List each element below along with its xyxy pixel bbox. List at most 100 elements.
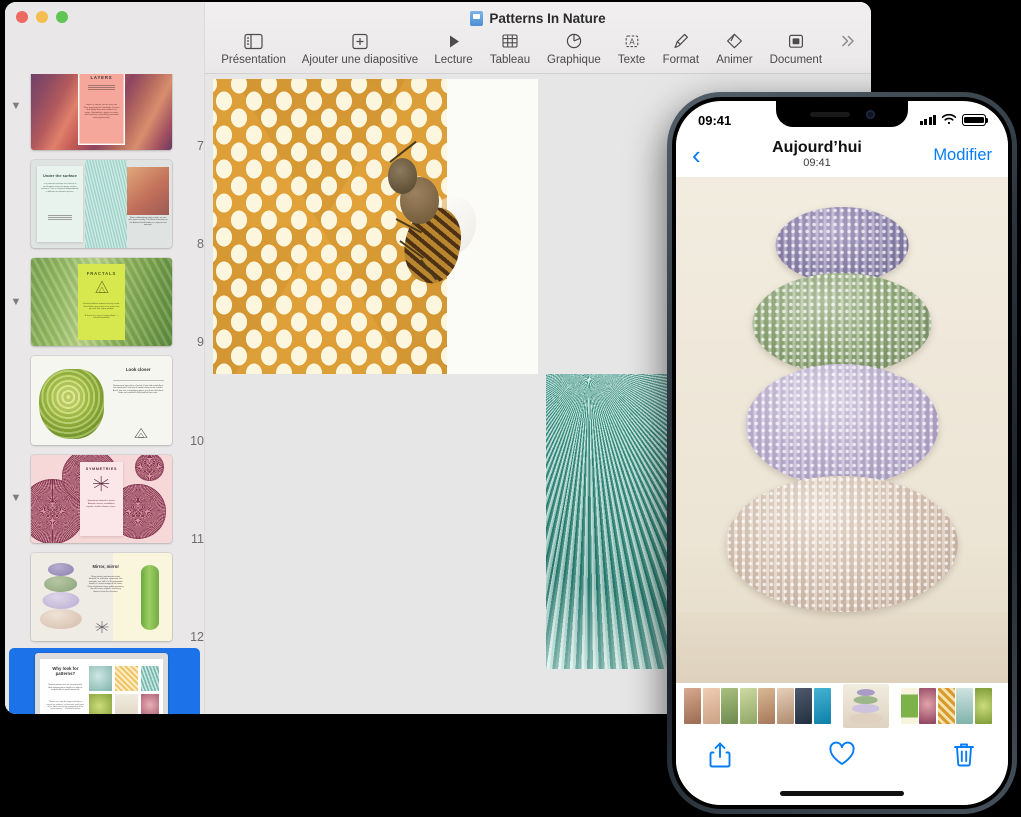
slide-row-10[interactable]: Look closer Romanesco broccoli is a frac…	[5, 351, 204, 449]
urchin-shell	[47, 563, 73, 576]
thumb-flowers[interactable]	[740, 688, 757, 724]
thumb-urchin-stack-selected[interactable]	[843, 684, 889, 728]
slide-thumbnail-wrap[interactable]: Under the surface The patterns beneath t…	[27, 155, 182, 253]
thumb-eye-2[interactable]	[703, 688, 720, 724]
slide-thumbnail-selected[interactable]: Why look for patterns? Natural patterns …	[35, 653, 168, 714]
slide-thumbnail[interactable]: Under the surface The patterns beneath t…	[31, 160, 172, 248]
navbar-title-group: Aujourd’hui 09:41	[772, 140, 862, 169]
decor-lines	[78, 85, 126, 90]
page-title: Patterns In Nature	[489, 11, 605, 26]
slide-row-13[interactable]: Why look for patterns? Natural patterns …	[9, 648, 200, 714]
edit-button[interactable]: Modifier	[933, 146, 992, 165]
triangle-fractal-icon	[78, 279, 126, 296]
slide-thumbnail[interactable]: Mirror, mirror Many plants and animals s…	[31, 553, 172, 641]
disclosure-triangle-icon[interactable]: ▼	[5, 493, 27, 504]
toolbar-label: Document	[770, 54, 822, 66]
slide-white-card: Why look for patterns? Natural patterns …	[40, 659, 162, 714]
toolbar-button-animate[interactable]: Animer	[708, 28, 762, 66]
photo-tile-honeycomb	[115, 666, 138, 692]
slide-title: FRACTALS	[78, 271, 126, 276]
slide-row-7[interactable]: ▼ LAYERS Layers in nature can be very ol…	[5, 74, 204, 155]
toolbar-button-add-slide[interactable]: Ajouter une diapositive	[294, 28, 426, 66]
toolbar-overflow-button[interactable]	[830, 28, 861, 52]
toolbar-label: Graphique	[547, 54, 601, 66]
leaf-photo	[141, 565, 159, 630]
slide-row-9[interactable]: ▼ FRACTALS Fractal patterns repeat at ev…	[5, 253, 204, 351]
toolbar-label: Texte	[618, 54, 646, 66]
toolbar-button-chart[interactable]: Graphique	[539, 28, 609, 66]
toolbar-button-text[interactable]: A Texte	[609, 28, 654, 66]
thumb-romanesco[interactable]	[975, 688, 992, 724]
thumb-honeycomb[interactable]	[938, 688, 955, 724]
thumb-diatom[interactable]	[919, 688, 936, 724]
slide-thumbnail-wrap[interactable]: LAYERS Layers in nature can be very old.…	[27, 74, 182, 155]
slide-number: 12	[182, 630, 204, 646]
thumb-couple[interactable]	[795, 688, 812, 724]
chevron-left-icon[interactable]: ‹	[692, 142, 701, 168]
slide-row-8[interactable]: Under the surface The patterns beneath t…	[5, 155, 204, 253]
slide-thumbnail-wrap[interactable]: SYMMETRIES Symmetries abound in nature. …	[27, 450, 182, 548]
thumb-eye[interactable]	[684, 688, 701, 724]
slide-title: LAYERS	[78, 75, 126, 80]
decor-lines	[37, 215, 84, 220]
slide-thumbnail[interactable]: SYMMETRIES Symmetries abound in nature. …	[31, 455, 172, 543]
disclosure-triangle-icon[interactable]: ▼	[5, 297, 27, 308]
zoom-button[interactable]	[56, 11, 68, 23]
front-camera-icon	[866, 110, 875, 119]
slide-thumbnail[interactable]: LAYERS Layers in nature can be very old.…	[31, 74, 172, 150]
honeycomb-bee-photo[interactable]	[213, 79, 538, 374]
photo-filmstrip[interactable]	[676, 683, 1008, 729]
thumb-shell[interactable]	[956, 688, 973, 724]
toolbar-label: Présentation	[221, 54, 286, 66]
slide-thumbnail-wrap[interactable]: FRACTALS Fractal patterns repeat at ever…	[27, 253, 182, 351]
slide-text-card: SYMMETRIES Symmetries abound in nature. …	[80, 462, 122, 536]
trash-icon[interactable]	[952, 741, 976, 773]
thumb-leaf[interactable]	[901, 688, 918, 724]
slide-body-text: Romanesco broccoli is a fractal. If you …	[111, 385, 165, 395]
slide-body-text: Natural patterns are the very beautiful.…	[46, 684, 84, 691]
bee-head	[388, 158, 417, 193]
minimize-button[interactable]	[36, 11, 48, 23]
wifi-icon	[941, 113, 957, 128]
snowflake-icon	[94, 620, 110, 634]
toolbar-button-format[interactable]: Format	[654, 28, 708, 66]
thumb-sea[interactable]	[814, 688, 831, 724]
slide-quote-text: “Nature uses only the longest threads to…	[46, 701, 84, 710]
slide-thumbnail-wrap[interactable]: Look closer Romanesco broccoli is a frac…	[27, 351, 182, 449]
slide-title: Under the surface	[37, 173, 84, 178]
play-triangle-icon	[446, 30, 462, 52]
snowflake-icon	[80, 474, 122, 493]
toolbar-button-table[interactable]: Tableau	[481, 28, 538, 66]
iphone-device: 09:41	[667, 92, 1017, 814]
disclosure-triangle-icon[interactable]: ▼	[5, 101, 27, 112]
thumb-desert[interactable]	[758, 688, 775, 724]
share-icon[interactable]	[708, 741, 732, 774]
toolbar-button-presentation[interactable]: Présentation	[213, 28, 294, 66]
home-indicator[interactable]	[780, 791, 904, 796]
heart-icon[interactable]	[828, 741, 856, 772]
status-indicators	[920, 113, 987, 128]
thumb-cactus[interactable]	[721, 688, 738, 724]
slide-navigator-sidebar[interactable]: ▼ LAYERS Layers in nature can be very ol…	[5, 74, 205, 714]
pie-chart-icon	[565, 30, 583, 52]
toolbar-button-document[interactable]: Document	[761, 28, 830, 66]
battery-full-icon	[962, 114, 986, 126]
slide-number: 8	[182, 237, 204, 253]
slide-title: SYMMETRIES	[80, 467, 122, 471]
window-controls	[16, 11, 68, 23]
close-button[interactable]	[16, 11, 28, 23]
toolbar-label: Format	[663, 54, 699, 66]
slide-text-card: LAYERS Layers in nature can be very old.…	[78, 74, 126, 145]
slide-thumbnail[interactable]: FRACTALS Fractal patterns repeat at ever…	[31, 258, 172, 346]
slide-row-11[interactable]: ▼ SYMMETRIES	[5, 450, 204, 548]
thumb-portrait[interactable]	[777, 688, 794, 724]
toolbar-button-play[interactable]: Lecture	[426, 28, 481, 66]
photo-viewer[interactable]	[676, 177, 1008, 683]
slide-thumbnail-wrap[interactable]: Why look for patterns? Natural patterns …	[31, 648, 178, 714]
slide-thumbnail[interactable]: Look closer Romanesco broccoli is a frac…	[31, 356, 172, 444]
iphone-screen[interactable]: 09:41	[676, 101, 1008, 805]
slide-row-12[interactable]: Mirror, mirror Many plants and animals s…	[5, 548, 204, 646]
slide-number: 11	[182, 532, 204, 548]
urchin-shell	[39, 609, 81, 630]
slide-thumbnail-wrap[interactable]: Mirror, mirror Many plants and animals s…	[27, 548, 182, 646]
